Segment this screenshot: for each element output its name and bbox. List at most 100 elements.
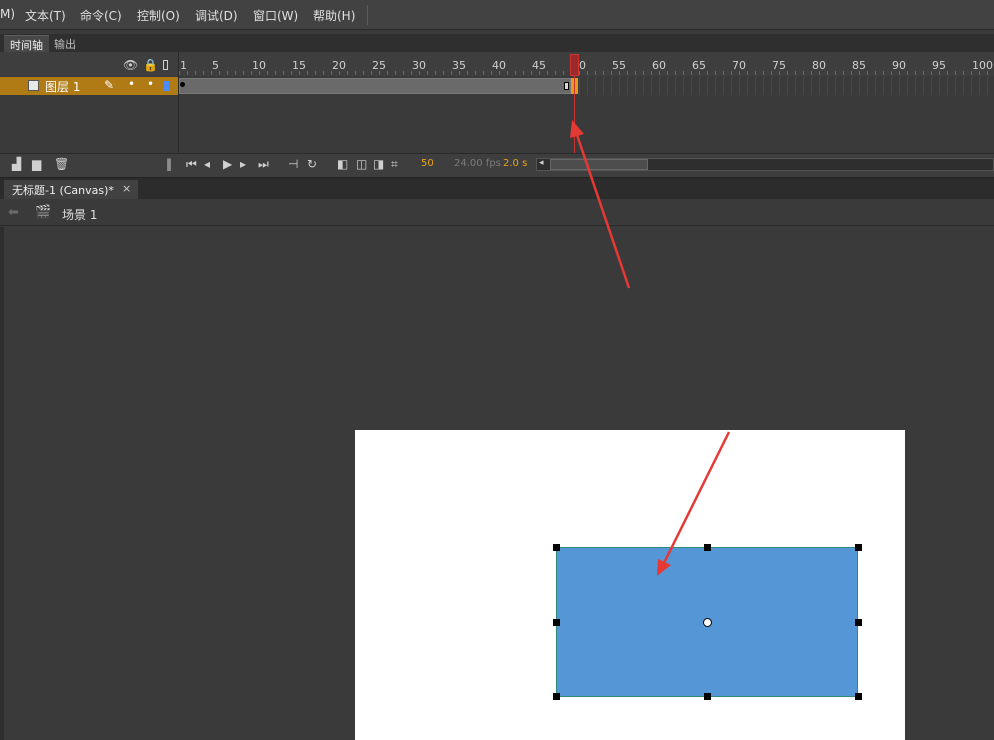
eye-icon[interactable]: 👁 <box>123 58 138 72</box>
keyframe-start[interactable] <box>180 82 185 87</box>
playhead-marker[interactable] <box>570 54 579 76</box>
empty-frame-cell[interactable] <box>987 77 988 95</box>
loop-icon[interactable]: ↻ <box>307 157 317 171</box>
delete-icon[interactable]: 🗑 <box>54 157 69 171</box>
menu-help[interactable]: 帮助(H) <box>313 7 355 24</box>
tween-span[interactable] <box>179 78 571 94</box>
empty-frame-cell[interactable] <box>939 77 940 95</box>
empty-frame-cell[interactable] <box>979 77 980 95</box>
menu-commands[interactable]: 命令(C) <box>80 7 122 24</box>
empty-frame-cell[interactable] <box>731 77 732 95</box>
menu-modify-partial[interactable]: M) <box>0 7 15 21</box>
ruler-number[interactable]: 100 <box>972 59 993 72</box>
empty-frame-cell[interactable] <box>651 77 652 95</box>
empty-frame-cell[interactable] <box>883 77 884 95</box>
play-icon[interactable]: ▶ <box>223 157 232 171</box>
menu-window[interactable]: 窗口(W) <box>253 7 298 24</box>
tab-output[interactable]: 输出 <box>48 35 82 52</box>
end-frame-marker[interactable] <box>564 82 569 90</box>
layer-row[interactable]: 图层 1 ✎ • • <box>0 77 179 95</box>
empty-frame-cell[interactable] <box>699 77 700 95</box>
scene-name[interactable]: 场景 1 <box>62 206 97 223</box>
empty-frame-cell[interactable] <box>827 77 828 95</box>
empty-frame-cell[interactable] <box>595 77 596 95</box>
empty-frame-cell[interactable] <box>931 77 932 95</box>
empty-frame-cell[interactable] <box>667 77 668 95</box>
transform-handle-right[interactable] <box>855 619 862 626</box>
menu-debug[interactable]: 调试(D) <box>195 7 238 24</box>
layer-frames[interactable] <box>179 77 994 95</box>
empty-frame-cell[interactable] <box>611 77 612 95</box>
timeline-scroll-thumb[interactable] <box>550 159 648 170</box>
panel-grip-icon[interactable]: ‖ <box>166 157 172 171</box>
back-arrow-icon[interactable]: ⬅ <box>8 205 19 220</box>
empty-frame-cell[interactable] <box>915 77 916 95</box>
empty-frame-cell[interactable] <box>923 77 924 95</box>
empty-frame-cell[interactable] <box>603 77 604 95</box>
empty-frame-cell[interactable] <box>787 77 788 95</box>
outline-toggle-icon[interactable] <box>163 60 168 70</box>
empty-frame-cell[interactable] <box>707 77 708 95</box>
onion-outline-icon[interactable]: ◫ <box>356 157 367 171</box>
center-frame-icon[interactable]: ⊣ <box>288 157 298 171</box>
close-icon[interactable]: × <box>122 182 131 195</box>
empty-frame-cell[interactable] <box>587 77 588 95</box>
step-forward-icon[interactable]: ▸ <box>240 157 246 171</box>
time-readout[interactable]: 2.0 s <box>503 158 527 169</box>
empty-frame-cell[interactable] <box>683 77 684 95</box>
empty-frame-cell[interactable] <box>859 77 860 95</box>
scroll-left-icon[interactable]: ◂ <box>539 158 544 168</box>
current-frame-readout[interactable]: 50 <box>421 158 434 169</box>
empty-frame-cell[interactable] <box>779 77 780 95</box>
transform-handle-left[interactable] <box>553 619 560 626</box>
transform-handle-top[interactable] <box>704 544 711 551</box>
onion-skin-icon[interactable]: ◧ <box>337 157 348 171</box>
lock-icon[interactable]: 🔒 <box>143 58 158 72</box>
empty-frame-cell[interactable] <box>747 77 748 95</box>
transform-handle-bottom-right[interactable] <box>855 693 862 700</box>
frame-ruler[interactable]: 1 5 10 15 20 25 30 35 40 45 50 55 60 65 70 75 80 85 90 95 10… <box>179 52 994 76</box>
fps-readout[interactable]: 24.00 fps <box>454 158 501 169</box>
empty-frame-cell[interactable] <box>755 77 756 95</box>
layer-name[interactable]: 图层 1 <box>45 78 80 95</box>
new-folder-icon[interactable]: ▆ <box>32 157 41 171</box>
empty-frame-cell[interactable] <box>635 77 636 95</box>
empty-frame-cell[interactable] <box>891 77 892 95</box>
empty-frame-cell[interactable] <box>819 77 820 95</box>
empty-frame-cell[interactable] <box>899 77 900 95</box>
new-layer-icon[interactable]: ▟ <box>12 157 21 171</box>
document-tab[interactable]: 无标题-1 (Canvas)* <box>4 180 138 199</box>
empty-frame-cell[interactable] <box>659 77 660 95</box>
ruler-number[interactable]: 5 <box>212 59 219 72</box>
empty-frame-cell[interactable] <box>739 77 740 95</box>
tab-timeline[interactable]: 时间轴 <box>4 35 49 52</box>
empty-frame-cell[interactable] <box>811 77 812 95</box>
step-back-icon[interactable]: ◂ <box>204 157 210 171</box>
empty-frame-cell[interactable] <box>675 77 676 95</box>
transform-handle-bottom-left[interactable] <box>553 693 560 700</box>
outline-color-swatch[interactable] <box>164 81 169 91</box>
empty-frame-cell[interactable] <box>803 77 804 95</box>
transform-handle-top-left[interactable] <box>553 544 560 551</box>
menu-text[interactable]: 文本(T) <box>25 7 66 24</box>
empty-frame-cell[interactable] <box>835 77 836 95</box>
empty-frame-cell[interactable] <box>763 77 764 95</box>
empty-frame-cell[interactable] <box>955 77 956 95</box>
empty-frame-cell[interactable] <box>643 77 644 95</box>
menu-control[interactable]: 控制(O) <box>137 7 180 24</box>
empty-frame-cell[interactable] <box>875 77 876 95</box>
transform-handle-bottom[interactable] <box>704 693 711 700</box>
first-frame-icon[interactable]: ⏮ <box>186 157 197 172</box>
empty-frame-cell[interactable] <box>947 77 948 95</box>
empty-frame-cell[interactable] <box>691 77 692 95</box>
onion-markers-icon[interactable]: ⌗ <box>391 157 398 172</box>
edit-multiple-icon[interactable]: ◨ <box>373 157 384 171</box>
empty-frame-cell[interactable] <box>907 77 908 95</box>
empty-frame-cell[interactable] <box>867 77 868 95</box>
empty-frame-cell[interactable] <box>619 77 620 95</box>
ruler-number[interactable]: 1 <box>180 59 187 72</box>
last-frame-icon[interactable]: ⏭ <box>258 157 269 172</box>
empty-frame-cell[interactable] <box>963 77 964 95</box>
empty-frame-cell[interactable] <box>627 77 628 95</box>
transform-point[interactable] <box>703 618 712 627</box>
